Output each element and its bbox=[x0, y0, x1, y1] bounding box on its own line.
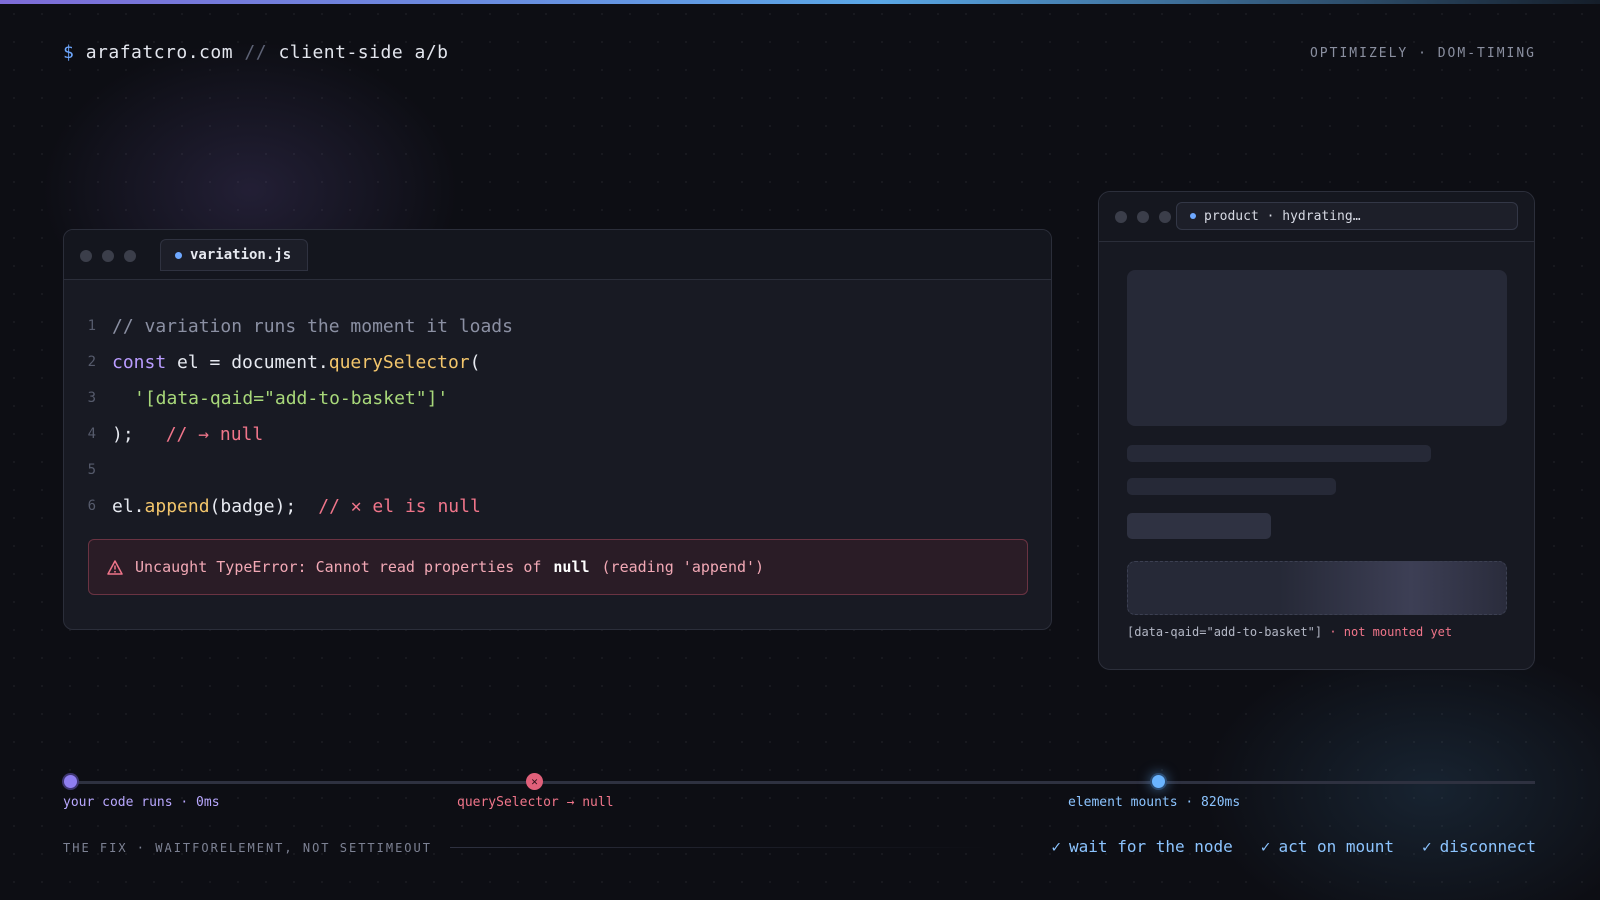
tab-variation-js[interactable]: variation.js bbox=[160, 239, 309, 271]
code-function: append bbox=[144, 495, 210, 517]
maximize-dot[interactable] bbox=[124, 250, 136, 262]
loading-dot-icon bbox=[1190, 213, 1196, 219]
brand-separator: // bbox=[244, 42, 268, 63]
minimize-dot[interactable] bbox=[102, 250, 114, 262]
checkmark-icon: ✓ bbox=[1260, 837, 1271, 856]
code-error-comment: // ✕ el is null bbox=[318, 495, 481, 517]
console-error-message: Uncaught TypeError: Cannot read properti… bbox=[88, 539, 1028, 595]
check-item: ✓ disconnect bbox=[1422, 837, 1536, 856]
warning-icon bbox=[107, 559, 123, 575]
brand-title: $ arafatcro.com // client-side a/b bbox=[63, 42, 449, 63]
editor-title-bar: variation.js bbox=[64, 230, 1051, 280]
code-body: 1 // variation runs the moment it loads … bbox=[64, 280, 1051, 524]
fix-checklist: ✓ wait for the node ✓ act on mount ✓ discon… bbox=[1051, 837, 1536, 856]
code-punct: ( bbox=[469, 351, 481, 373]
skeleton-text-line bbox=[1127, 478, 1336, 495]
line-number: 4 bbox=[87, 426, 96, 442]
code-function: querySelector bbox=[328, 351, 470, 373]
code-editor-window: variation.js 1 // variation runs the mom… bbox=[63, 229, 1052, 630]
line-number: 5 bbox=[87, 462, 96, 478]
top-accent-bar bbox=[0, 0, 1600, 4]
line-number: 3 bbox=[87, 390, 96, 406]
add-to-basket-placeholder-slot bbox=[1127, 561, 1507, 615]
check-label: act on mount bbox=[1278, 837, 1395, 856]
check-item: ✓ act on mount bbox=[1261, 837, 1394, 856]
code-keyword: const bbox=[112, 351, 167, 373]
slot-status: · not mounted yet bbox=[1329, 625, 1453, 639]
window-controls bbox=[1115, 211, 1171, 223]
error-null-word: null bbox=[553, 558, 590, 576]
code-args: (badge); bbox=[209, 495, 297, 517]
timeline-label: querySelector → null bbox=[457, 795, 614, 810]
line-number: 6 bbox=[87, 498, 96, 514]
background-glow-right bbox=[1200, 640, 1600, 900]
slot-selector: [data-qaid="add-to-basket"] bbox=[1127, 625, 1323, 639]
code-error-comment: // → null bbox=[165, 423, 264, 445]
code-identifier: el. bbox=[112, 495, 145, 517]
code-punct: ); bbox=[112, 423, 134, 445]
window-controls bbox=[80, 250, 136, 262]
code-line: 6 el. append (badge); // ✕ el is null bbox=[64, 488, 1051, 524]
timeline-node-null-icon: ✕ bbox=[526, 773, 543, 790]
address-bar[interactable]: product · hydrating… bbox=[1176, 202, 1518, 230]
address-text: product · hydrating… bbox=[1204, 208, 1361, 224]
prompt-symbol: $ bbox=[63, 42, 75, 63]
timeline-label: your code runs · 0ms bbox=[63, 795, 220, 810]
timeline-label: element mounts · 820ms bbox=[1068, 795, 1241, 810]
tab-modified-dot-icon bbox=[175, 251, 182, 259]
site-name: arafatcro.com bbox=[85, 42, 234, 63]
skeleton-text-line bbox=[1127, 445, 1431, 462]
skeleton-hero-image bbox=[1127, 270, 1507, 426]
checkmark-icon: ✓ bbox=[1051, 837, 1062, 856]
fix-label: THE FIX · WAITFORELEMENT, NOT SETTIMEOUT bbox=[63, 841, 432, 855]
line-number: 2 bbox=[87, 354, 96, 370]
close-dot[interactable] bbox=[80, 250, 92, 262]
check-item: ✓ wait for the node bbox=[1051, 837, 1232, 856]
code-line: 5 bbox=[64, 452, 1051, 488]
timeline-track bbox=[69, 781, 1535, 784]
code-comment: // variation runs the moment it loads bbox=[112, 315, 513, 337]
check-label: wait for the node bbox=[1069, 837, 1233, 856]
timeline-node-element-mounts bbox=[1150, 773, 1167, 790]
skeleton-button bbox=[1127, 513, 1271, 539]
error-prefix: Uncaught TypeError: Cannot read properti… bbox=[135, 558, 542, 576]
section-name: client-side a/b bbox=[278, 42, 449, 63]
minimize-dot[interactable] bbox=[1137, 211, 1149, 223]
divider bbox=[450, 847, 990, 848]
tab-label: variation.js bbox=[190, 247, 292, 263]
checkmark-icon: ✓ bbox=[1422, 837, 1432, 856]
browser-preview-window: product · hydrating… [data-qaid="add-to-… bbox=[1098, 191, 1535, 670]
close-dot[interactable] bbox=[1115, 211, 1127, 223]
timeline-node-code-runs bbox=[62, 773, 79, 790]
code-line: 4 ); // → null bbox=[64, 416, 1051, 452]
code-line: 2 const el = document. querySelector ( bbox=[64, 344, 1051, 380]
error-suffix: (reading 'append') bbox=[601, 558, 765, 576]
code-line: 1 // variation runs the moment it loads bbox=[64, 308, 1051, 344]
check-label: disconnect bbox=[1439, 837, 1536, 856]
code-string: '[data-qaid="add-to-basket"]' bbox=[134, 387, 449, 409]
tagline: OPTIMIZELY · DOM-TIMING bbox=[1309, 46, 1536, 61]
slot-status-note: [data-qaid="add-to-basket"] · not mounte… bbox=[1127, 625, 1452, 639]
browser-title-bar: product · hydrating… bbox=[1099, 192, 1534, 242]
maximize-dot[interactable] bbox=[1159, 211, 1171, 223]
line-number: 1 bbox=[87, 318, 96, 334]
code-line: 3 '[data-qaid="add-to-basket"]' bbox=[64, 380, 1051, 416]
code-identifier: el = document. bbox=[166, 351, 329, 373]
